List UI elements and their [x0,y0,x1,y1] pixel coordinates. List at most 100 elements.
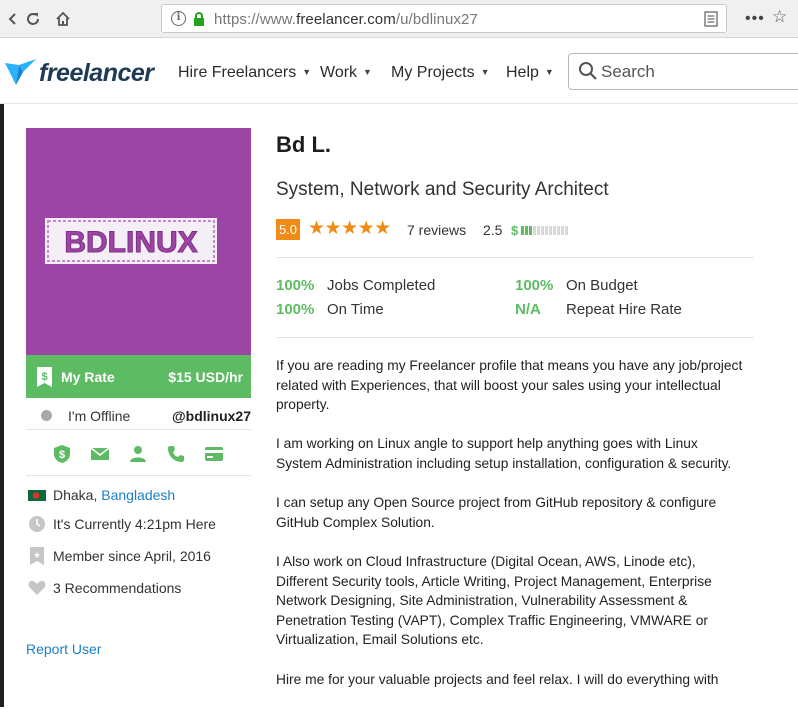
stat-value: 100% [276,301,315,318]
stat-repeat-hire: N/A Repeat Hire Rate [515,301,682,318]
earnings-segment [533,225,537,235]
username: @bdlinux27 [172,408,251,424]
local-time-row: It's Currently 4:21pm Here [26,515,251,535]
stat-jobs-completed: 100% Jobs Completed [276,277,435,294]
nav-help[interactable]: Help ▼ [506,64,554,82]
verifications-row: $ [26,441,251,467]
svg-text:$: $ [59,449,65,461]
earnings-segment [541,225,545,235]
profile-description: If you are reading my Freelancer profile… [276,356,746,709]
reviews-link[interactable]: 7 reviews [407,222,466,238]
location-country-link[interactable]: Bangladesh [101,487,175,503]
page-actions-icon[interactable]: ••• [745,10,765,28]
online-status: I'm Offline [68,408,131,424]
nav-label: My Projects [391,64,475,81]
earnings-bar: $ [511,222,569,238]
stat-on-time: 100% On Time [276,301,384,318]
avatar-text: BDLINUX [64,226,197,259]
stat-value: 100% [515,277,554,294]
rating-badge: 5.0 [276,219,300,240]
bio-paragraph: I Also work on Cloud Infrastructure (Dig… [276,553,712,648]
earnings-segment [529,225,533,235]
freelancer-bird-icon [5,59,36,85]
star-rating-icon: ★★★★★ [308,218,391,239]
stat-label: On Budget [566,277,638,294]
profile-avatar: BDLINUX [26,128,251,355]
stat-label: Repeat Hire Rate [566,301,682,318]
earnings-segment [545,225,549,235]
offline-dot-icon [41,410,52,421]
member-since: Member since April, 2016 [53,548,211,564]
report-user-link[interactable]: Report User [26,641,101,657]
recommendations: 3 Recommendations [53,580,182,596]
home-icon[interactable] [50,6,76,32]
clock-icon [29,516,45,532]
payment-verified-icon[interactable]: $ [52,444,72,464]
bangladesh-flag-icon [28,490,46,501]
bio-paragraph: If you are reading my Freelancer profile… [276,358,743,413]
svg-text:★: ★ [33,551,41,561]
member-since-row: ★ Member since April, 2016 [26,547,251,567]
bio-paragraph: Hire me for your valuable projects and f… [276,671,719,687]
secure-lock-icon[interactable] [192,12,206,26]
caret-down-icon: ▼ [480,67,490,77]
earnings-segment [549,225,553,235]
divider [276,257,754,258]
page-edge [0,104,4,707]
caret-down-icon: ▼ [544,67,554,77]
nav-hire-freelancers[interactable]: Hire Freelancers ▼ [178,64,311,82]
reload-icon[interactable] [20,6,46,32]
search-icon [579,62,597,80]
svg-text:$: $ [41,371,47,383]
url-domain: freelancer.com [296,11,396,28]
location-row: Dhaka, Bangladesh [26,486,251,506]
divider [276,337,754,338]
bookmark-star-icon[interactable]: ☆ [772,7,787,27]
stat-label: On Time [327,301,384,318]
heart-icon [28,580,46,595]
divider [26,475,251,476]
url-prefix: https://www. [214,11,297,28]
profile-title: System, Network and Security Architect [276,179,609,200]
earnings-segment [525,225,529,235]
local-time: It's Currently 4:21pm Here [53,516,216,532]
profile-name: Bd L. [276,132,331,157]
badge-icon: ★ [30,547,44,565]
phone-verified-icon[interactable] [166,444,186,464]
stat-value: 100% [276,277,315,294]
stat-value: N/A [515,301,541,318]
nav-work[interactable]: Work ▼ [320,64,372,82]
earnings-segment [561,225,565,235]
online-status-row: I'm Offline @bdlinux27 [26,400,251,430]
location-text: Dhaka, Bangladesh [53,487,175,503]
stat-label: Jobs Completed [327,277,436,294]
caret-down-icon: ▼ [302,67,312,77]
bio-paragraph: I can setup any Open Source project from… [276,495,717,530]
rate-bar: $ My Rate $15 USD/hr [26,355,251,398]
nav-label: Hire Freelancers [178,64,297,81]
stat-on-budget: 100% On Budget [515,277,638,294]
profile-verified-icon[interactable] [128,444,148,464]
reader-view-icon[interactable] [704,11,718,27]
recommendations-row: 3 Recommendations [26,579,251,599]
freelancer-logo[interactable]: freelancer [3,56,154,90]
address-bar[interactable]: i https://www.freelancer.com/u/bdlinux27 [161,4,727,33]
earnings-dollar-icon: $ [511,222,519,238]
site-header: freelancer Hire Freelancers ▼ Work ▼ My Pr… [0,38,798,104]
nav-label: Work [320,64,358,81]
search-placeholder: Search [601,62,655,81]
email-verified-icon[interactable] [90,444,110,464]
avatar-logo-image: BDLINUX [45,218,217,264]
earnings-segment [557,225,561,235]
card-verified-icon[interactable] [204,444,224,464]
url-path: /u/bdlinux27 [395,11,478,28]
logo-text: freelancer [39,58,154,87]
site-info-icon[interactable]: i [171,11,186,26]
rate-label: My Rate [61,369,115,385]
url-text[interactable]: https://www.freelancer.com/u/bdlinux27 [214,11,478,28]
caret-down-icon: ▼ [363,67,372,77]
search-input[interactable]: Search [568,53,798,90]
nav-my-projects[interactable]: My Projects ▼ [391,64,490,82]
earnings-segment [565,225,569,235]
earnings-segment [553,225,557,235]
